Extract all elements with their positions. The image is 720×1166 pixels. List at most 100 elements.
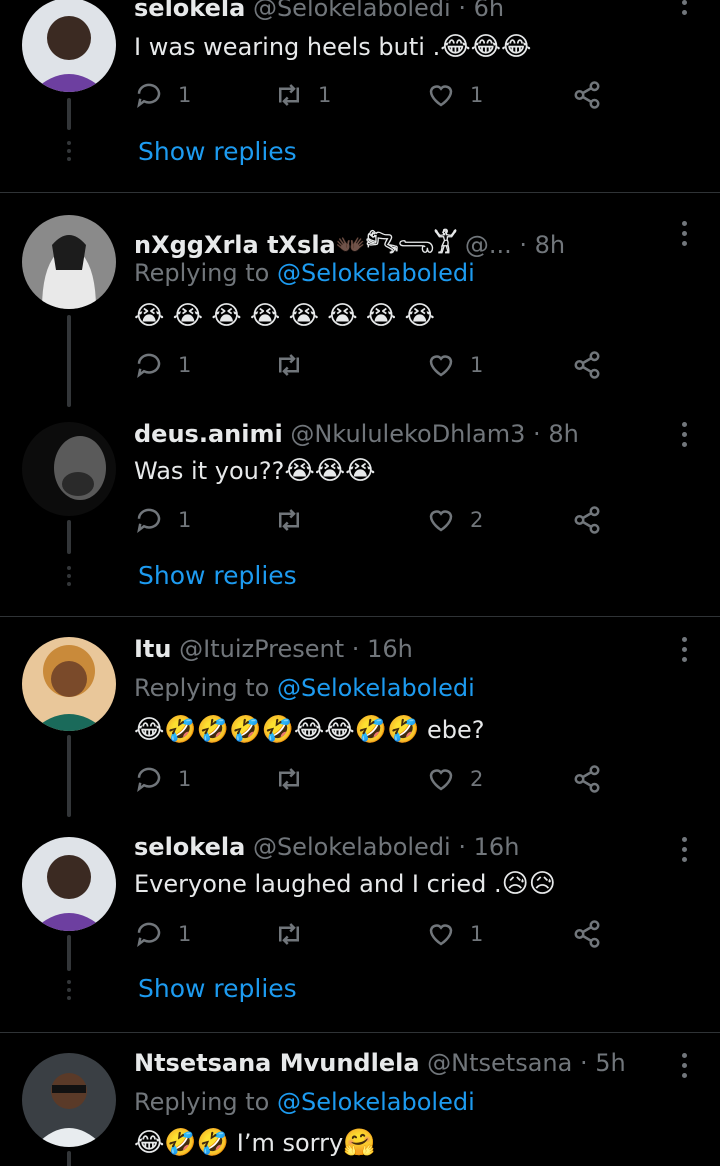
user-handle[interactable]: @Selokelaboledi — [253, 833, 451, 861]
tweet-6[interactable]: Ntsetsana Mvundlela @Ntsetsana · 5h Repl… — [0, 1033, 720, 1166]
avatar[interactable] — [22, 837, 116, 931]
tweet-header: selokela @Selokelaboledi · 16h — [134, 833, 520, 861]
reply-icon — [137, 83, 161, 108]
more-options-icon[interactable] — [674, 1053, 694, 1078]
mention-link[interactable]: @Selokelaboledi — [277, 259, 475, 287]
tweet-header: nXggXrla tXsla👐🏿𓀐𓂸𓀠 @... · 8h — [134, 231, 566, 259]
tweet-actions: 1 1 — [134, 919, 614, 953]
avatar[interactable] — [22, 215, 116, 309]
retweet-button[interactable] — [274, 764, 318, 794]
reply-count: 1 — [178, 767, 192, 791]
mention-link[interactable]: @Selokelaboledi — [277, 674, 475, 702]
reply-count: 1 — [178, 508, 192, 532]
tweet-header: selokela @Selokelaboledi · 6h — [134, 0, 660, 22]
reply-button[interactable]: 1 — [134, 80, 191, 110]
tweet-3[interactable]: deus.animi @NkululekoDhlam3 · 8h Was it … — [0, 406, 720, 616]
heart-icon — [429, 85, 453, 107]
reply-button[interactable]: 1 — [134, 919, 191, 949]
avatar[interactable] — [22, 637, 116, 731]
user-handle[interactable]: @Ntsetsana — [427, 1049, 572, 1077]
tweet-text: 😭 😭 😭 😭 😭 😭 😭 😭 — [134, 301, 435, 331]
mention-link[interactable]: @Selokelaboledi — [277, 1088, 475, 1116]
show-replies-link[interactable]: Show replies — [138, 561, 297, 590]
tweet-text: 😂🤣🤣🤣🤣😂😂🤣🤣 ebe? — [134, 715, 485, 745]
more-options-icon[interactable] — [674, 837, 694, 862]
share-button[interactable] — [572, 505, 602, 535]
show-replies-link[interactable]: Show replies — [138, 974, 297, 1003]
tweet-1[interactable]: selokela @Selokelaboledi · 6h I was wear… — [0, 0, 720, 192]
share-icon — [574, 81, 600, 109]
like-button[interactable]: 1 — [426, 80, 483, 110]
tweet-4[interactable]: Itu @ItuizPresent · 16h Replying to @Sel… — [0, 617, 720, 817]
user-handle[interactable]: @... — [465, 231, 512, 259]
share-button[interactable] — [572, 919, 602, 949]
like-count: 1 — [470, 922, 484, 946]
like-button[interactable]: 2 — [426, 764, 483, 794]
share-icon — [574, 351, 600, 379]
tweet-text: I was wearing heels buti .😂😂😂 — [134, 32, 532, 62]
more-options-icon[interactable] — [674, 637, 694, 662]
replying-to: Replying to @Selokelaboledi — [134, 1088, 475, 1116]
heart-icon — [429, 510, 453, 532]
retweet-button[interactable] — [274, 505, 318, 535]
replying-to: Replying to @Selokelaboledi — [134, 259, 475, 287]
tweet-5[interactable]: selokela @Selokelaboledi · 16h Everyone … — [0, 817, 720, 1032]
more-options-icon[interactable] — [674, 0, 694, 15]
timestamp[interactable]: 16h — [474, 833, 520, 861]
avatar[interactable] — [22, 422, 116, 516]
timestamp[interactable]: 6h — [474, 0, 504, 22]
user-handle[interactable]: @Selokelaboledi — [253, 0, 451, 22]
retweet-button[interactable] — [274, 350, 318, 380]
display-name[interactable]: deus.animi — [134, 420, 283, 448]
like-button[interactable]: 1 — [426, 350, 483, 380]
avatar[interactable] — [22, 1053, 116, 1147]
retweet-count: 1 — [318, 83, 332, 107]
heart-icon — [429, 355, 453, 377]
timestamp[interactable]: 8h — [548, 420, 578, 448]
tweet-actions: 1 1 — [134, 350, 614, 384]
reply-count: 1 — [178, 83, 192, 107]
user-handle[interactable]: @ItuizPresent — [179, 635, 344, 663]
tweet-text: Everyone laughed and I cried .😥😥 — [134, 869, 556, 899]
retweet-button[interactable]: 1 — [274, 80, 331, 110]
display-name[interactable]: nXggXrla tXsla👐🏿𓀐𓂸𓀠 — [134, 231, 457, 259]
reply-button[interactable]: 1 — [134, 505, 191, 535]
like-button[interactable]: 1 — [426, 919, 483, 949]
retweet-icon — [279, 509, 299, 531]
retweet-button[interactable] — [274, 919, 318, 949]
tweet-header: deus.animi @NkululekoDhlam3 · 8h — [134, 420, 579, 448]
tweet-header: Ntsetsana Mvundlela @Ntsetsana · 5h — [134, 1049, 626, 1077]
reply-button[interactable]: 1 — [134, 764, 191, 794]
display-name[interactable]: selokela — [134, 833, 245, 861]
share-button[interactable] — [572, 350, 602, 380]
reply-icon — [137, 922, 161, 947]
timestamp[interactable]: 5h — [595, 1049, 625, 1077]
reply-icon — [137, 508, 161, 533]
tweet-actions: 1 2 — [134, 505, 614, 539]
like-button[interactable]: 2 — [426, 505, 483, 535]
display-name[interactable]: selokela — [134, 0, 245, 22]
reply-button[interactable]: 1 — [134, 350, 191, 380]
user-handle[interactable]: @NkululekoDhlam3 — [290, 420, 525, 448]
reply-icon — [137, 353, 161, 378]
replying-to: Replying to @Selokelaboledi — [134, 674, 475, 702]
tweet-actions: 1 1 1 — [134, 80, 614, 114]
show-replies-link[interactable]: Show replies — [138, 137, 297, 166]
avatar[interactable] — [22, 0, 116, 92]
timestamp[interactable]: 8h — [535, 231, 565, 259]
tweet-text: Was it you??😭😭😭 — [134, 456, 376, 486]
retweet-icon — [279, 768, 299, 790]
display-name[interactable]: Itu — [134, 635, 172, 663]
like-count: 1 — [470, 353, 484, 377]
retweet-icon — [279, 923, 299, 945]
like-count: 2 — [470, 508, 484, 532]
more-options-icon[interactable] — [674, 422, 694, 447]
share-button[interactable] — [572, 764, 602, 794]
timestamp[interactable]: 16h — [367, 635, 413, 663]
more-options-icon[interactable] — [674, 221, 694, 246]
share-button[interactable] — [572, 80, 602, 110]
share-icon — [574, 920, 600, 948]
tweet-2[interactable]: nXggXrla tXsla👐🏿𓀐𓂸𓀠 @... · 8h Replying t… — [0, 193, 720, 407]
display-name[interactable]: Ntsetsana Mvundlela — [134, 1049, 420, 1077]
reply-icon — [137, 767, 161, 792]
